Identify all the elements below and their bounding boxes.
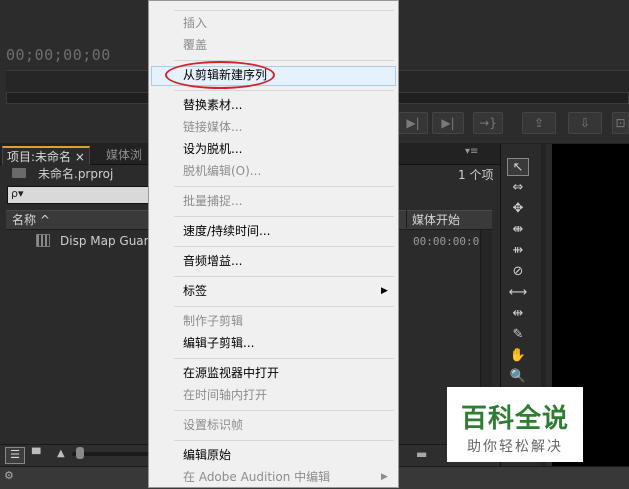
timecode-display: 00;00;00;00 xyxy=(6,46,111,64)
rolling-edit-tool-icon[interactable]: ⇼ xyxy=(507,221,529,239)
search-input[interactable] xyxy=(7,186,152,204)
zoom-out-icon[interactable]: ▲ xyxy=(57,448,65,459)
menu-item-label[interactable]: 标签 xyxy=(183,283,207,299)
tab-project[interactable]: 项目:未命名 × xyxy=(2,146,90,165)
tab-media-browser[interactable]: 媒体浏 xyxy=(102,146,146,164)
export-frame-button[interactable]: ⊡ xyxy=(612,112,629,134)
icon-view-icon[interactable]: ▀ xyxy=(32,448,40,461)
menu-separator xyxy=(174,216,394,217)
menu-item-link-media[interactable]: 链接媒体... xyxy=(183,119,242,135)
step-forward-icon-button[interactable]: ▶| xyxy=(432,112,464,134)
step-forward-button[interactable]: ▶| xyxy=(398,112,428,134)
selection-tool-icon[interactable]: ↖ xyxy=(507,158,529,176)
menu-item-insert[interactable]: 插入 xyxy=(183,15,207,31)
zoom-slider-handle[interactable] xyxy=(76,447,84,459)
razor-tool-icon[interactable]: ⊘ xyxy=(507,263,529,281)
menu-item-replace-footage[interactable]: 替换素材... xyxy=(183,97,242,113)
menu-separator xyxy=(174,10,394,11)
overwrite-button[interactable]: ⇩ xyxy=(568,112,602,134)
menu-item-speed-duration[interactable]: 速度/持续时间... xyxy=(183,223,271,239)
sequence-clip-icon xyxy=(36,234,50,247)
slip-tool-icon[interactable]: ⟷ xyxy=(507,284,529,302)
go-to-out-button[interactable]: →} xyxy=(473,112,503,134)
menu-item-edit-offline[interactable]: 脱机编辑(O)... xyxy=(183,163,261,179)
project-folder-icon xyxy=(12,168,26,178)
zoom-tool-icon[interactable]: 🔍 xyxy=(507,368,529,386)
search-icon[interactable]: ρ▾ xyxy=(11,187,24,200)
new-bin-icon[interactable]: ▬ xyxy=(416,447,427,461)
slide-tool-icon[interactable]: ⇹ xyxy=(507,305,529,323)
column-divider[interactable] xyxy=(406,210,407,228)
menu-separator xyxy=(174,358,394,359)
watermark-title: 百科全说 xyxy=(460,404,569,434)
menu-item-set-poster-frame[interactable]: 设置标识帧 xyxy=(183,417,243,433)
ripple-edit-tool-icon[interactable]: ✥ xyxy=(507,200,529,218)
annotation-red-oval xyxy=(165,61,275,89)
menu-separator xyxy=(174,306,394,307)
menu-item-edit-subclip[interactable]: 编辑子剪辑... xyxy=(183,335,254,351)
project-filename: 未命名.prproj xyxy=(38,167,114,181)
pen-tool-icon[interactable]: ✎ xyxy=(507,326,529,344)
settings-status-icon[interactable]: ⚙ xyxy=(4,469,14,482)
rate-stretch-tool-icon[interactable]: ⇻ xyxy=(507,242,529,260)
menu-item-overwrite[interactable]: 覆盖 xyxy=(183,37,207,53)
menu-item-audio-gain[interactable]: 音频增益... xyxy=(183,253,242,269)
insert-button[interactable]: ⇪ xyxy=(522,112,556,134)
submenu-arrow-icon: ▶ xyxy=(381,286,388,296)
menu-separator xyxy=(174,90,394,91)
track-select-tool-icon[interactable]: ⇔ xyxy=(507,179,529,197)
menu-item-batch-capture[interactable]: 批量捕捉... xyxy=(183,193,242,209)
submenu-arrow-icon: ▶ xyxy=(381,472,388,482)
menu-separator xyxy=(174,276,394,277)
watermark-subtitle: 助你轻松解决 xyxy=(467,439,563,455)
menu-item-make-offline[interactable]: 设为脱机... xyxy=(183,141,242,157)
hand-tool-icon[interactable]: ✋ xyxy=(507,347,529,365)
zoom-slider[interactable] xyxy=(72,452,152,456)
menu-item-edit-original[interactable]: 编辑原始 xyxy=(183,447,231,463)
clip-media-start: 00:00:00:00 xyxy=(413,235,486,248)
list-view-icon[interactable]: ☰ xyxy=(5,447,25,464)
panel-menu-icon[interactable]: ▾≡ xyxy=(465,146,478,157)
menu-separator xyxy=(174,186,394,187)
column-header-name[interactable]: 名称 ^ xyxy=(12,211,50,228)
menu-item-open-in-source-monitor[interactable]: 在源监视器中打开 xyxy=(183,365,279,381)
item-count: 1 个项 xyxy=(458,168,494,182)
menu-separator xyxy=(174,440,394,441)
menu-item-make-subclip[interactable]: 制作子剪辑 xyxy=(183,313,243,329)
menu-item-open-in-timeline[interactable]: 在时间轴内打开 xyxy=(183,387,267,403)
menu-item-edit-in-audition[interactable]: 在 Adobe Audition 中编辑 xyxy=(183,469,330,485)
menu-separator xyxy=(174,246,394,247)
menu-separator xyxy=(174,410,394,411)
column-header-media-start[interactable]: 媒体开始 xyxy=(412,211,460,228)
